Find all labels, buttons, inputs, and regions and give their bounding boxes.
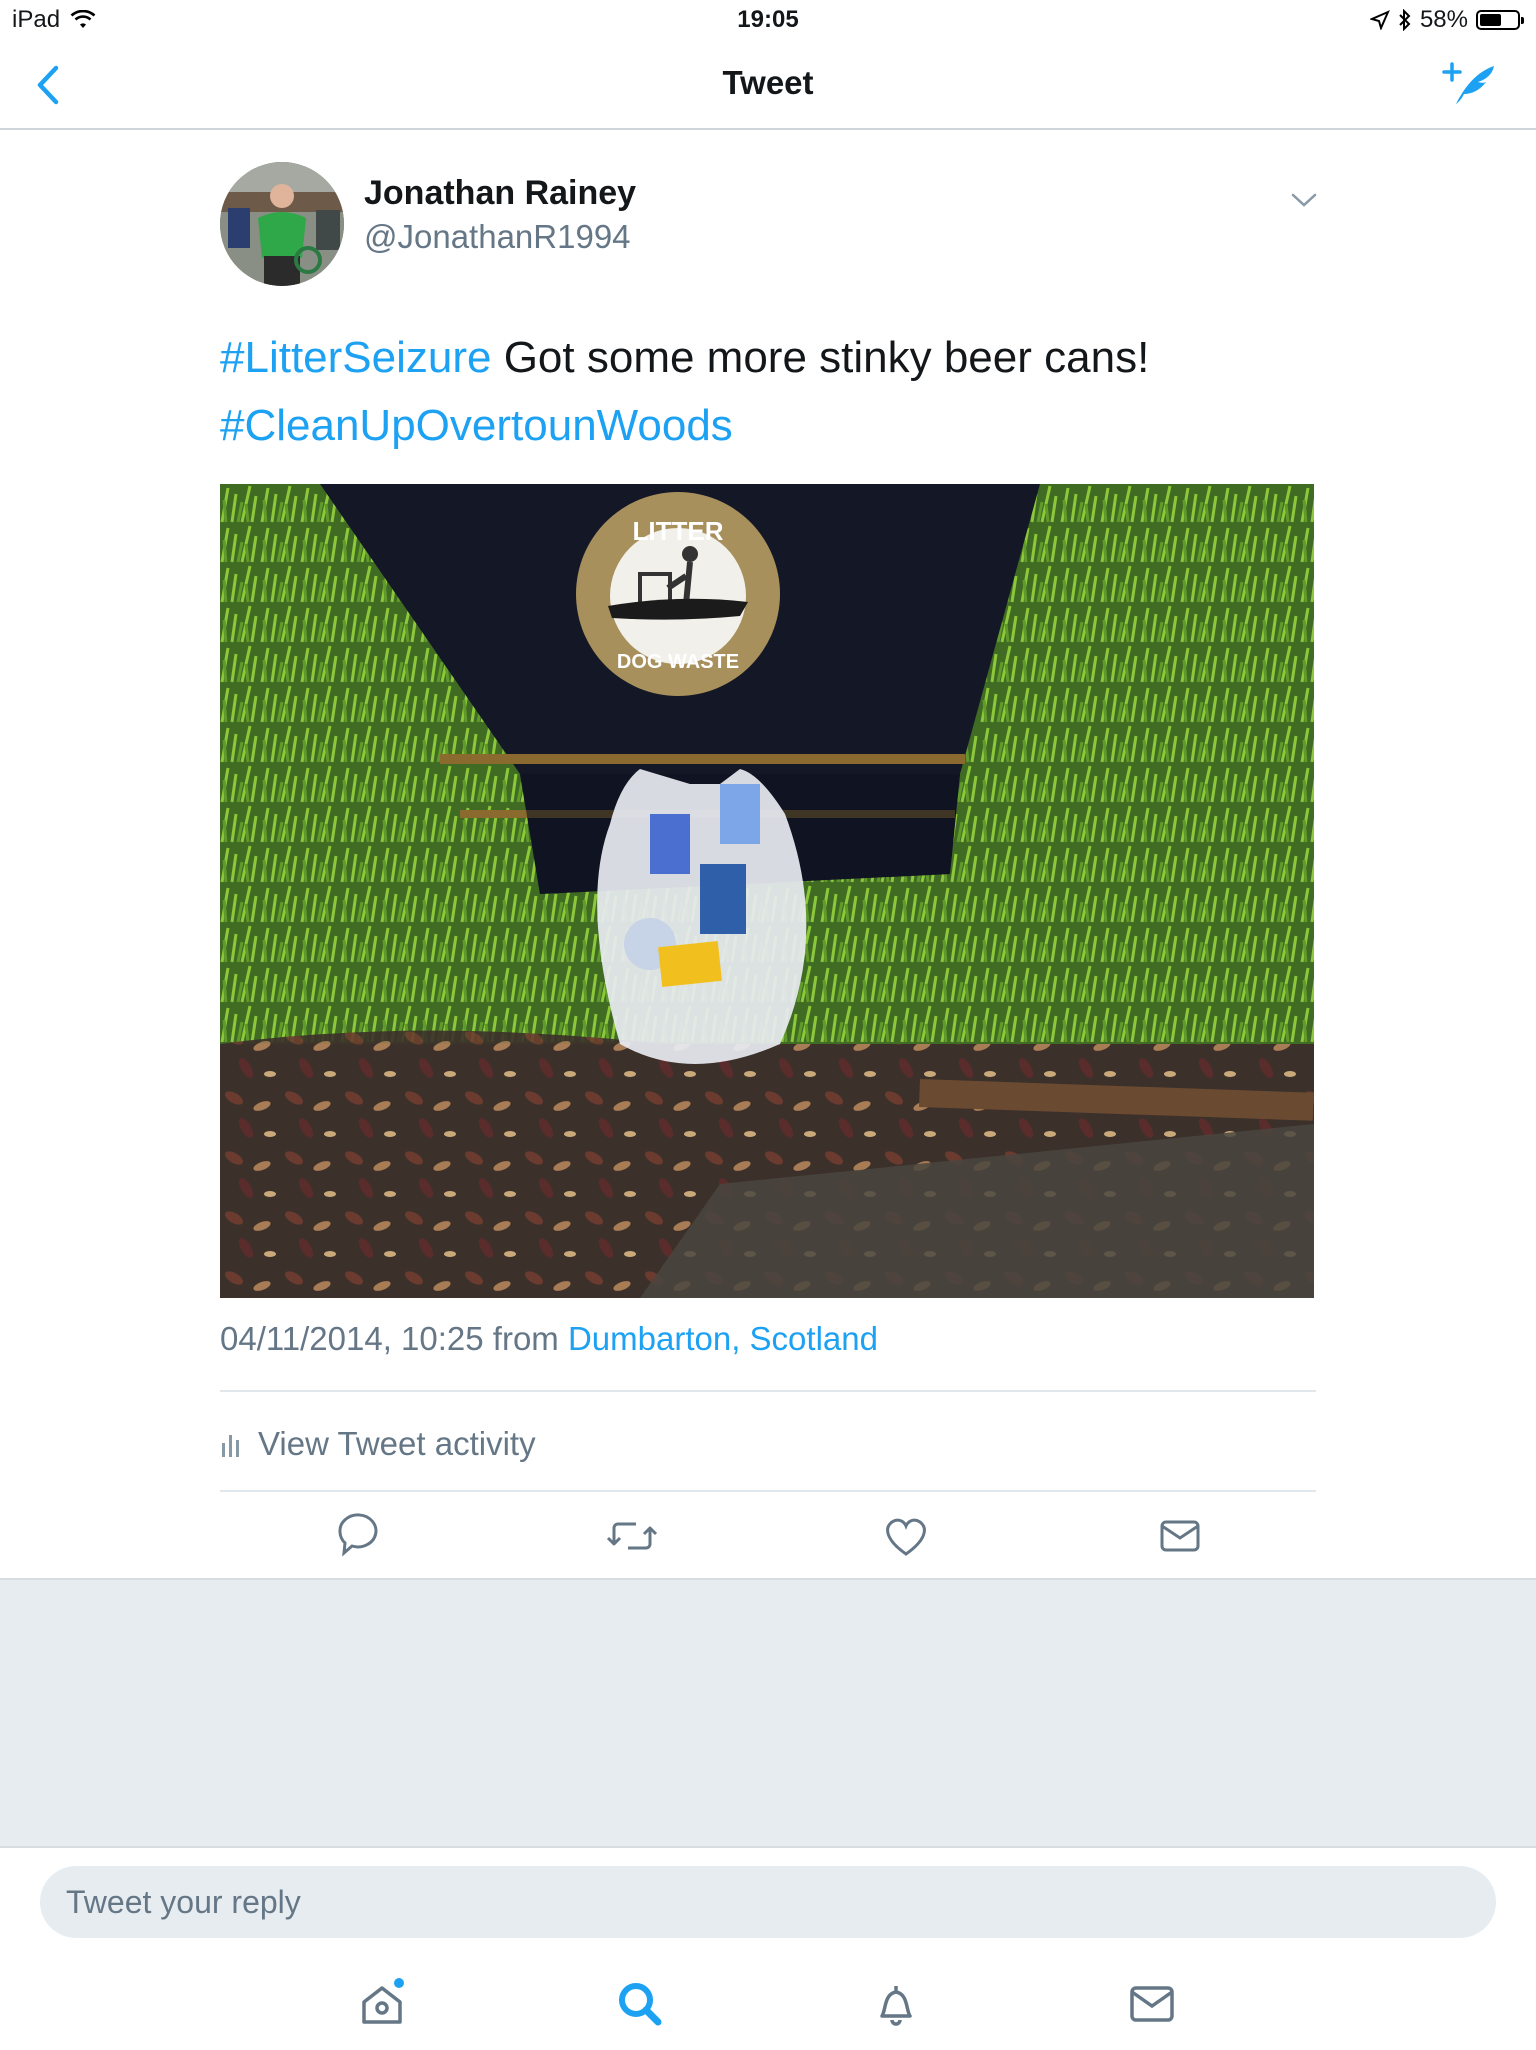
divider [220,1490,1316,1492]
like-button[interactable] [876,1506,936,1566]
reply-bar [0,1846,1536,2050]
bar-chart-icon [222,1435,239,1457]
divider [220,1390,1316,1392]
tweet-text: #LitterSeizure Got some more stinky beer… [220,324,1316,460]
tweet-timestamp: 04/11/2014, 10:25 from Dumbarton, Scotla… [220,1320,878,1358]
author-name[interactable]: Jonathan Rainey [364,174,636,213]
empty-replies-area [0,1578,1536,1848]
sign-top-text: LITTER [633,516,724,546]
tweet-photo[interactable]: LITTER DOG WASTE [220,484,1314,1298]
location-arrow-icon [1369,10,1390,30]
photo-illustration: LITTER DOG WASTE [220,484,1314,1298]
battery-icon [1476,10,1524,30]
sign-bottom-text: DOG WASTE [617,651,739,673]
compose-tweet-icon [1442,62,1494,104]
clock: 19:05 [737,6,799,33]
search-icon [619,1983,662,2026]
direct-message-button[interactable] [1150,1506,1210,1566]
messages-icon [1130,1986,1174,2022]
hashtag-link[interactable]: #CleanUpOvertounWoods [220,401,733,450]
avatar[interactable] [220,162,344,286]
chevron-down-icon[interactable] [1290,190,1318,210]
tab-home[interactable] [350,1972,414,2036]
activity-label: View Tweet activity [258,1425,536,1462]
home-icon [362,1986,402,2024]
new-tweets-dot [394,1978,404,1988]
avatar-photo [220,162,344,286]
like-icon [886,1518,926,1556]
notifications-icon [880,1986,912,2026]
retweet-button[interactable] [602,1506,662,1566]
tab-messages[interactable] [1120,1972,1184,2036]
compose-tweet-button[interactable] [1442,58,1498,110]
bluetooth-icon [1399,9,1411,31]
reply-input[interactable] [40,1866,1496,1938]
tab-search[interactable] [608,1972,672,2036]
tweet-actions [220,1506,1316,1576]
author-handle[interactable]: @JonathanR1994 [364,218,631,256]
navigation-bar: Tweet [0,40,1536,130]
retweet-icon [606,1522,658,1550]
view-tweet-activity-button[interactable]: View Tweet activity [220,1420,536,1468]
direct-message-icon [1160,1520,1200,1552]
status-bar: iPad 19:05 58% [0,0,1536,40]
battery-percent: 58% [1419,6,1468,33]
location-link[interactable]: Dumbarton, Scotland [568,1320,878,1357]
tab-notifications[interactable] [864,1972,928,2036]
tab-bar [0,1972,1536,2050]
timestamp-text: 04/11/2014, 10:25 from [220,1320,568,1357]
hashtag-link[interactable]: #LitterSeizure [220,333,491,382]
page-title: Tweet [722,64,814,101]
tweet-detail: Jonathan Rainey @JonathanR1994 #LitterSe… [220,128,1318,1578]
battery-fill [1480,14,1501,26]
tweet-body: Got some more stinky beer cans! [491,333,1150,382]
reply-button[interactable] [328,1506,388,1566]
reply-icon [338,1513,378,1557]
